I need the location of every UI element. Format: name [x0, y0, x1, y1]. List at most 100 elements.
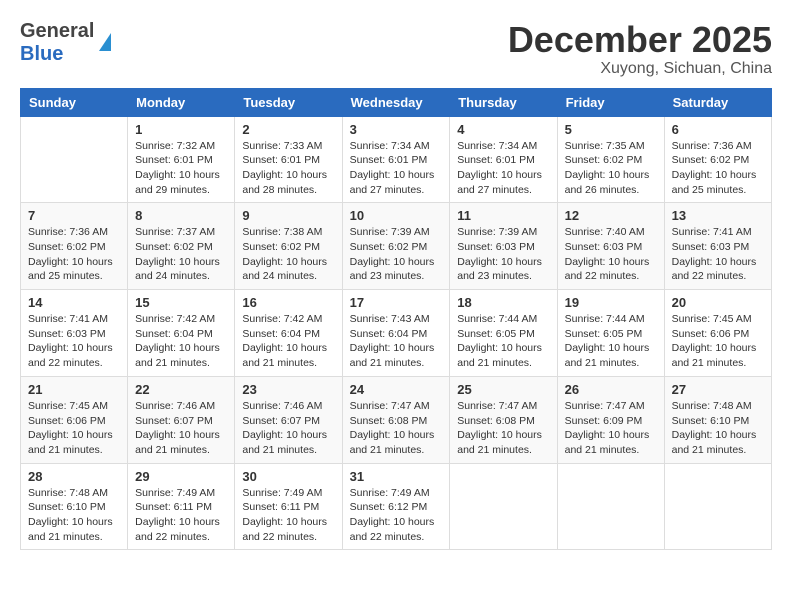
- day-number: 23: [242, 382, 334, 397]
- day-number: 27: [672, 382, 764, 397]
- day-info: Sunrise: 7:32 AM Sunset: 6:01 PM Dayligh…: [135, 139, 227, 198]
- day-info: Sunrise: 7:43 AM Sunset: 6:04 PM Dayligh…: [350, 312, 443, 371]
- day-info: Sunrise: 7:38 AM Sunset: 6:02 PM Dayligh…: [242, 225, 334, 284]
- calendar-cell: 2Sunrise: 7:33 AM Sunset: 6:01 PM Daylig…: [235, 116, 342, 203]
- day-info: Sunrise: 7:41 AM Sunset: 6:03 PM Dayligh…: [28, 312, 120, 371]
- logo-triangle-icon: [99, 33, 111, 51]
- day-number: 10: [350, 208, 443, 223]
- calendar-cell: 3 Sunrise: 7:34 AM Sunset: 6:01 PM Daylig…: [342, 116, 450, 203]
- calendar-cell: 8 Sunrise: 7:37 AM Sunset: 6:02 PM Daylig…: [128, 203, 235, 290]
- calendar-cell: 6 Sunrise: 7:36 AM Sunset: 6:02 PM Daylig…: [664, 116, 771, 203]
- day-info: Sunrise: 7:45 AM Sunset: 6:06 PM Dayligh…: [28, 399, 120, 458]
- calendar-week-row: 7 Sunrise: 7:36 AM Sunset: 6:02 PM Daylig…: [21, 203, 772, 290]
- calendar-week-row: 14 Sunrise: 7:41 AM Sunset: 6:03 PM Dayli…: [21, 290, 772, 377]
- logo-general: General: [20, 20, 94, 43]
- calendar-cell: 4Sunrise: 7:34 AM Sunset: 6:01 PM Daylig…: [450, 116, 557, 203]
- calendar-cell: 31Sunrise: 7:49 AM Sunset: 6:12 PM Dayli…: [342, 463, 450, 550]
- day-info: Sunrise: 7:36 AM Sunset: 6:02 PM Dayligh…: [28, 225, 120, 284]
- day-number: 8: [135, 208, 227, 223]
- calendar-cell: 11 Sunrise: 7:39 AM Sunset: 6:03 PM Dayli…: [450, 203, 557, 290]
- calendar-cell: 15 Sunrise: 7:42 AM Sunset: 6:04 PM Dayli…: [128, 290, 235, 377]
- col-header-friday: Friday: [557, 88, 664, 116]
- col-header-monday: Monday: [128, 88, 235, 116]
- day-info: Sunrise: 7:42 AM Sunset: 6:04 PM Dayligh…: [135, 312, 227, 371]
- day-number: 12: [565, 208, 657, 223]
- calendar-cell: 7 Sunrise: 7:36 AM Sunset: 6:02 PM Daylig…: [21, 203, 128, 290]
- calendar-cell: 18Sunrise: 7:44 AM Sunset: 6:05 PM Dayli…: [450, 290, 557, 377]
- logo: General Blue: [20, 20, 111, 66]
- day-number: 18: [457, 295, 549, 310]
- calendar-cell: [450, 463, 557, 550]
- calendar-cell: 14 Sunrise: 7:41 AM Sunset: 6:03 PM Dayli…: [21, 290, 128, 377]
- day-number: 22: [135, 382, 227, 397]
- calendar-cell: 5 Sunrise: 7:35 AM Sunset: 6:02 PM Daylig…: [557, 116, 664, 203]
- col-header-thursday: Thursday: [450, 88, 557, 116]
- day-number: 25: [457, 382, 549, 397]
- day-info: Sunrise: 7:45 AM Sunset: 6:06 PM Dayligh…: [672, 312, 764, 371]
- day-number: 2: [242, 122, 334, 137]
- day-number: 11: [457, 208, 549, 223]
- calendar-cell: 20 Sunrise: 7:45 AM Sunset: 6:06 PM Dayli…: [664, 290, 771, 377]
- calendar-week-row: 21 Sunrise: 7:45 AM Sunset: 6:06 PM Dayli…: [21, 376, 772, 463]
- day-number: 20: [672, 295, 764, 310]
- calendar-cell: 24 Sunrise: 7:47 AM Sunset: 6:08 PM Dayli…: [342, 376, 450, 463]
- day-number: 6: [672, 122, 764, 137]
- day-info: Sunrise: 7:47 AM Sunset: 6:09 PM Dayligh…: [565, 399, 657, 458]
- day-info: Sunrise: 7:35 AM Sunset: 6:02 PM Dayligh…: [565, 139, 657, 198]
- day-info: Sunrise: 7:46 AM Sunset: 6:07 PM Dayligh…: [242, 399, 334, 458]
- col-header-wednesday: Wednesday: [342, 88, 450, 116]
- day-info: Sunrise: 7:39 AM Sunset: 6:03 PM Dayligh…: [457, 225, 549, 284]
- col-header-sunday: Sunday: [21, 88, 128, 116]
- calendar-cell: 13 Sunrise: 7:41 AM Sunset: 6:03 PM Dayli…: [664, 203, 771, 290]
- day-info: Sunrise: 7:48 AM Sunset: 6:10 PM Dayligh…: [28, 486, 120, 545]
- day-info: Sunrise: 7:42 AM Sunset: 6:04 PM Dayligh…: [242, 312, 334, 371]
- col-header-tuesday: Tuesday: [235, 88, 342, 116]
- day-info: Sunrise: 7:47 AM Sunset: 6:08 PM Dayligh…: [350, 399, 443, 458]
- day-info: Sunrise: 7:41 AM Sunset: 6:03 PM Dayligh…: [672, 225, 764, 284]
- calendar-header-row: SundayMondayTuesdayWednesdayThursdayFrid…: [21, 88, 772, 116]
- day-info: Sunrise: 7:44 AM Sunset: 6:05 PM Dayligh…: [565, 312, 657, 371]
- calendar-cell: 23 Sunrise: 7:46 AM Sunset: 6:07 PM Dayli…: [235, 376, 342, 463]
- day-info: Sunrise: 7:49 AM Sunset: 6:11 PM Dayligh…: [242, 486, 334, 545]
- day-number: 16: [242, 295, 334, 310]
- day-info: Sunrise: 7:47 AM Sunset: 6:08 PM Dayligh…: [457, 399, 549, 458]
- calendar-cell: 28 Sunrise: 7:48 AM Sunset: 6:10 PM Dayli…: [21, 463, 128, 550]
- calendar-table: SundayMondayTuesdayWednesdayThursdayFrid…: [20, 88, 772, 551]
- calendar-cell: 9Sunrise: 7:38 AM Sunset: 6:02 PM Daylig…: [235, 203, 342, 290]
- calendar-cell: 16 Sunrise: 7:42 AM Sunset: 6:04 PM Dayli…: [235, 290, 342, 377]
- calendar-cell: 22Sunrise: 7:46 AM Sunset: 6:07 PM Dayli…: [128, 376, 235, 463]
- calendar-cell: 30Sunrise: 7:49 AM Sunset: 6:11 PM Dayli…: [235, 463, 342, 550]
- calendar-cell: 29 Sunrise: 7:49 AM Sunset: 6:11 PM Dayli…: [128, 463, 235, 550]
- day-number: 24: [350, 382, 443, 397]
- day-info: Sunrise: 7:49 AM Sunset: 6:12 PM Dayligh…: [350, 486, 443, 545]
- day-info: Sunrise: 7:49 AM Sunset: 6:11 PM Dayligh…: [135, 486, 227, 545]
- calendar-cell: [664, 463, 771, 550]
- calendar-cell: 1Sunrise: 7:32 AM Sunset: 6:01 PM Daylig…: [128, 116, 235, 203]
- day-number: 7: [28, 208, 120, 223]
- day-number: 13: [672, 208, 764, 223]
- calendar-cell: [557, 463, 664, 550]
- title-block: December 2025 Xuyong, Sichuan, China: [508, 20, 772, 78]
- day-number: 14: [28, 295, 120, 310]
- day-info: Sunrise: 7:48 AM Sunset: 6:10 PM Dayligh…: [672, 399, 764, 458]
- col-header-saturday: Saturday: [664, 88, 771, 116]
- day-number: 29: [135, 469, 227, 484]
- calendar-cell: 10 Sunrise: 7:39 AM Sunset: 6:02 PM Dayli…: [342, 203, 450, 290]
- day-number: 28: [28, 469, 120, 484]
- calendar-cell: 26 Sunrise: 7:47 AM Sunset: 6:09 PM Dayli…: [557, 376, 664, 463]
- day-info: Sunrise: 7:39 AM Sunset: 6:02 PM Dayligh…: [350, 225, 443, 284]
- calendar-cell: [21, 116, 128, 203]
- day-number: 3: [350, 122, 443, 137]
- day-number: 5: [565, 122, 657, 137]
- calendar-cell: 19 Sunrise: 7:44 AM Sunset: 6:05 PM Dayli…: [557, 290, 664, 377]
- day-number: 19: [565, 295, 657, 310]
- day-info: Sunrise: 7:34 AM Sunset: 6:01 PM Dayligh…: [457, 139, 549, 198]
- day-number: 15: [135, 295, 227, 310]
- calendar-cell: 21 Sunrise: 7:45 AM Sunset: 6:06 PM Dayli…: [21, 376, 128, 463]
- day-info: Sunrise: 7:37 AM Sunset: 6:02 PM Dayligh…: [135, 225, 227, 284]
- day-info: Sunrise: 7:36 AM Sunset: 6:02 PM Dayligh…: [672, 139, 764, 198]
- month-year-title: December 2025: [508, 20, 772, 60]
- day-info: Sunrise: 7:34 AM Sunset: 6:01 PM Dayligh…: [350, 139, 443, 198]
- day-number: 26: [565, 382, 657, 397]
- day-number: 21: [28, 382, 120, 397]
